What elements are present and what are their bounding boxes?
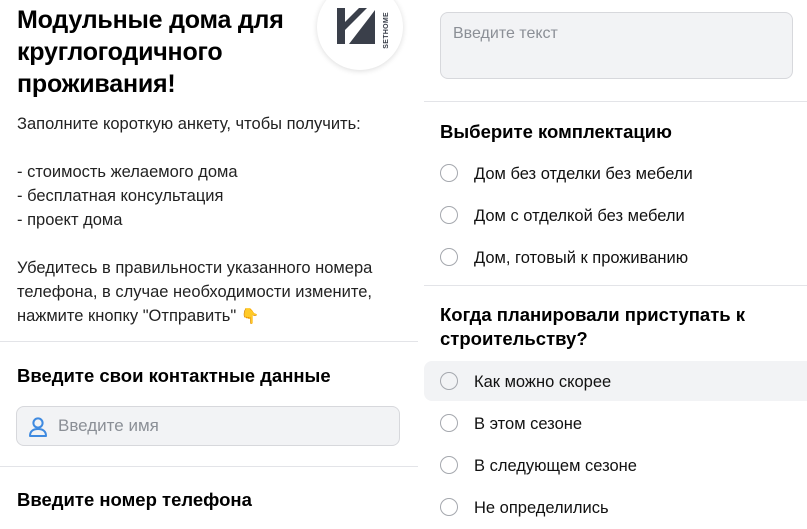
logo-text: SETHOME bbox=[383, 12, 390, 49]
start-option[interactable]: В этом сезоне bbox=[424, 403, 807, 443]
start-option[interactable]: Не определились bbox=[424, 487, 807, 527]
radio-button[interactable] bbox=[440, 414, 458, 432]
pointing-down-icon: 👇 bbox=[240, 308, 260, 325]
radio-button[interactable] bbox=[440, 164, 458, 182]
divider bbox=[0, 466, 418, 467]
radio-button[interactable] bbox=[440, 498, 458, 516]
divider bbox=[0, 341, 418, 342]
start-option[interactable]: В следующем сезоне bbox=[424, 445, 807, 485]
user-icon bbox=[29, 417, 47, 437]
radio-button[interactable] bbox=[440, 248, 458, 266]
page-title: Модульные дома для круглогодичного прожи… bbox=[17, 6, 284, 98]
intro-bullet: - бесплатная консультация bbox=[17, 187, 224, 205]
equipment-section-title: Выберите комплектацию bbox=[440, 121, 672, 142]
left-column: Модульные дома для круглогодичного прожи… bbox=[0, 0, 418, 529]
radio-label: В следующем сезоне bbox=[474, 457, 637, 475]
contact-section-title: Введите свои контактные данные bbox=[17, 365, 331, 386]
equipment-option[interactable]: Дом без отделки без мебели bbox=[424, 153, 807, 193]
intro-lead: Заполните короткую анкету, чтобы получит… bbox=[17, 115, 361, 133]
name-field[interactable] bbox=[16, 406, 400, 446]
equipment-option[interactable]: Дом с отделкой без мебели bbox=[424, 195, 807, 235]
intro-note-text: Убедитесь в правильности указанного номе… bbox=[17, 259, 373, 325]
start-section-title: Когда планировали приступать к строитель… bbox=[440, 304, 746, 349]
radio-label: Дом без отделки без мебели bbox=[474, 165, 693, 183]
equipment-option[interactable]: Дом, готовый к проживанию bbox=[424, 237, 807, 277]
intro-text: Заполните короткую анкету, чтобы получит… bbox=[17, 112, 412, 329]
radio-button[interactable] bbox=[440, 206, 458, 224]
radio-label: В этом сезоне bbox=[474, 415, 583, 433]
intro-note: Убедитесь в правильности указанного номе… bbox=[17, 256, 412, 329]
comment-input[interactable] bbox=[453, 25, 783, 69]
intro-bullet: - стоимость желаемого дома bbox=[17, 163, 238, 181]
comment-field[interactable] bbox=[440, 12, 793, 79]
radio-label: Дом, готовый к проживанию bbox=[474, 249, 689, 267]
name-input[interactable] bbox=[58, 407, 388, 445]
radio-button[interactable] bbox=[440, 372, 458, 390]
phone-section-title: Введите номер телефона bbox=[17, 489, 252, 510]
start-option[interactable]: Как можно скорее bbox=[424, 361, 807, 401]
radio-label: Дом с отделкой без мебели bbox=[474, 207, 685, 225]
intro-bullet: - проект дома bbox=[17, 211, 123, 229]
radio-label: Как можно скорее bbox=[474, 373, 612, 391]
divider bbox=[424, 285, 807, 286]
radio-label: Не определились bbox=[474, 499, 609, 517]
divider bbox=[424, 101, 807, 102]
logo: SETHOME bbox=[317, 0, 403, 70]
radio-button[interactable] bbox=[440, 456, 458, 474]
sethome-logo-icon bbox=[337, 8, 375, 44]
survey-page: Модульные дома для круглогодичного прожи… bbox=[0, 0, 807, 529]
